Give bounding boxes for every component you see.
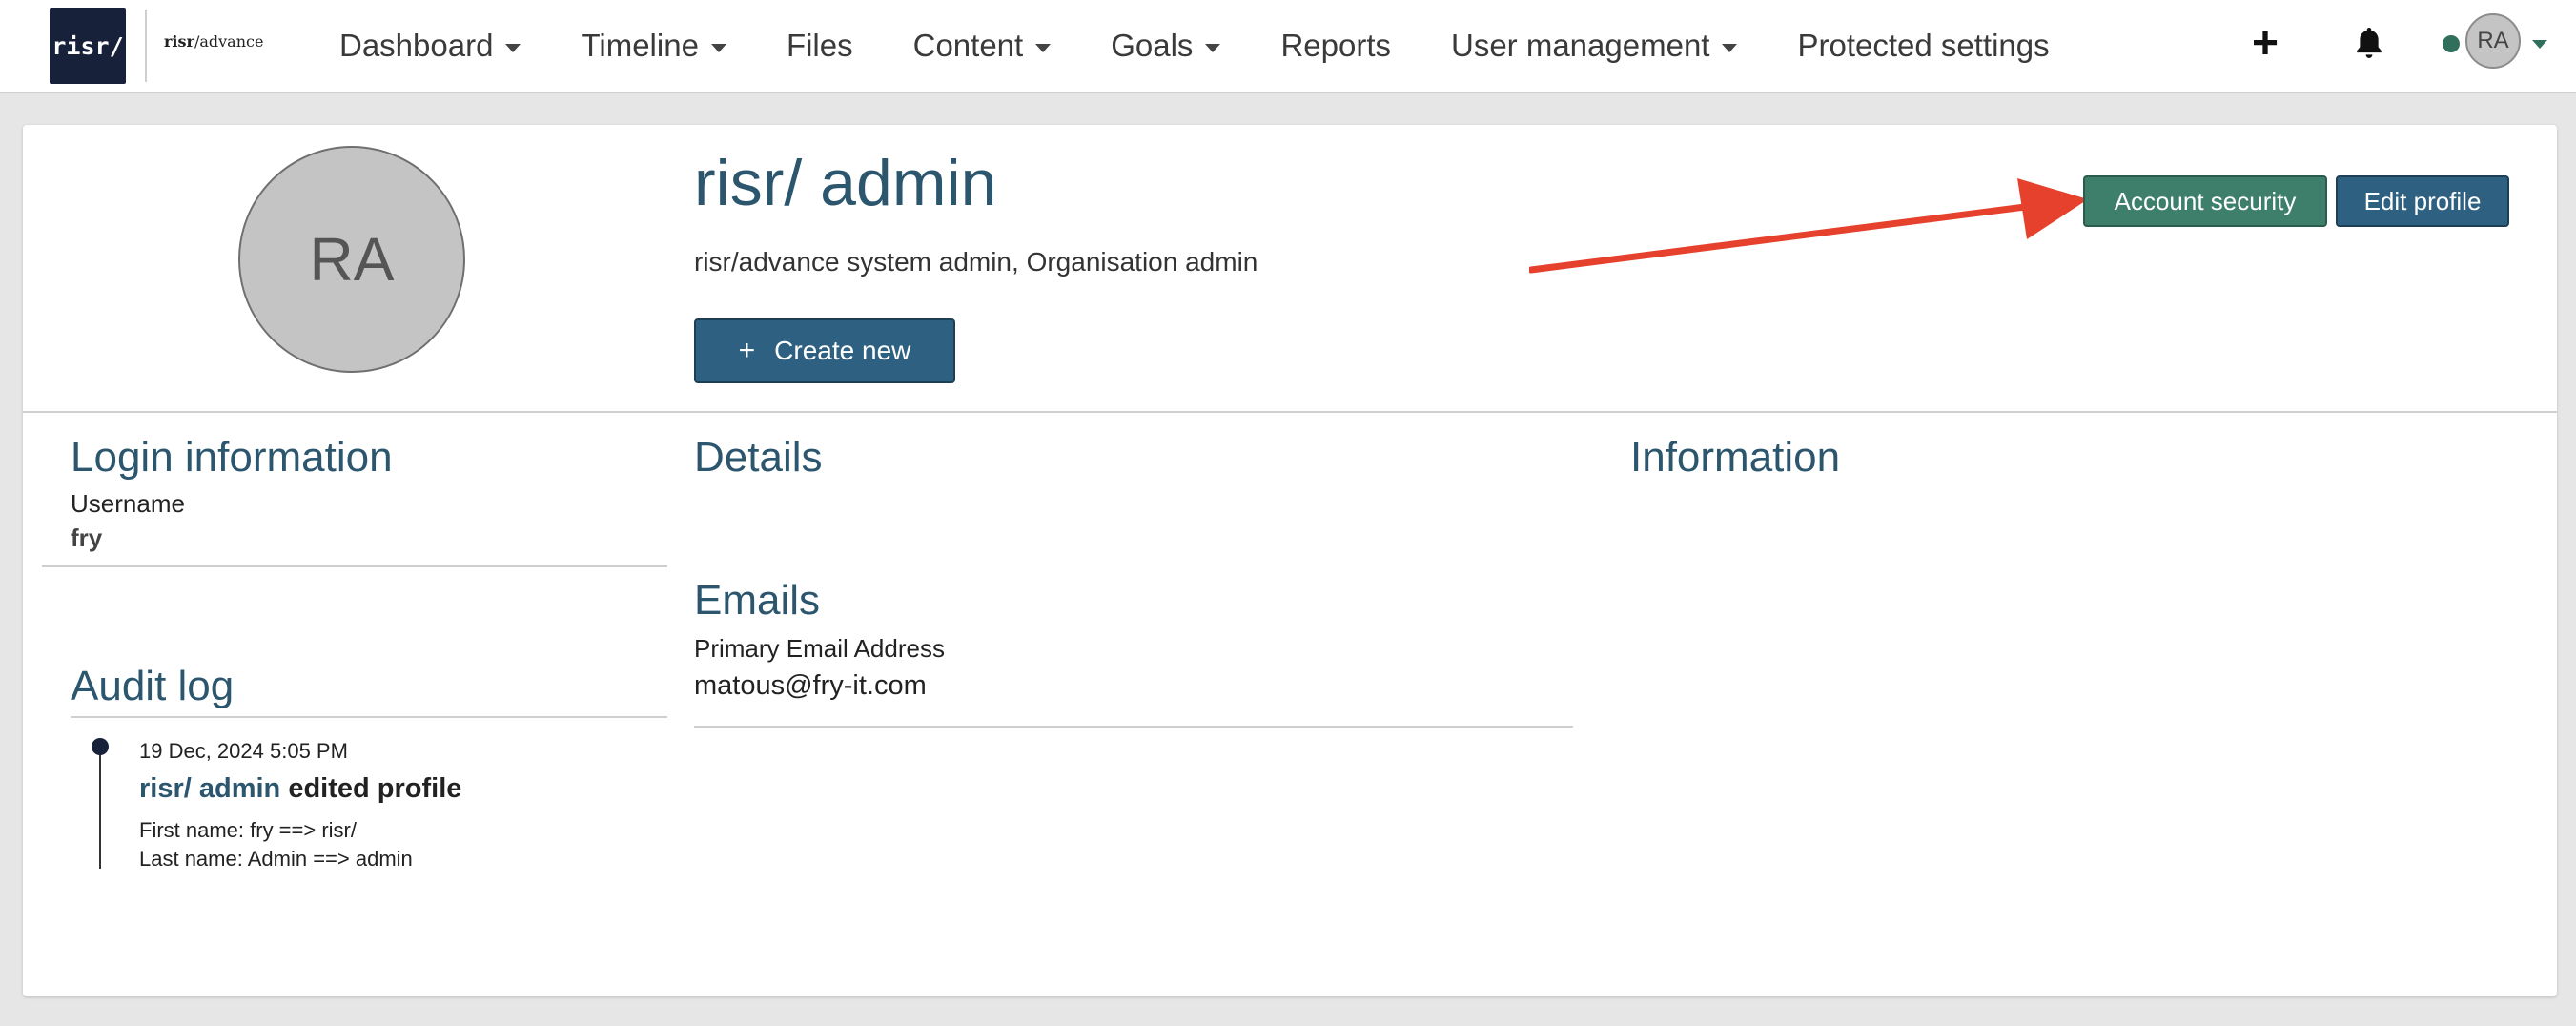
logo-divider (145, 10, 147, 82)
chevron-down-icon[interactable] (2532, 40, 2547, 49)
risr-logo[interactable]: risr/ (50, 8, 126, 84)
nav-files-label: Files (786, 28, 853, 63)
logo-text-bold: risr (164, 32, 194, 51)
primary-email-label: Primary Email Address (694, 634, 945, 663)
profile-avatar: RA (238, 146, 465, 373)
nav-dashboard-label: Dashboard (339, 28, 494, 63)
audit-log-title: Audit log (71, 663, 235, 709)
create-new-button[interactable]: + Create new (694, 318, 955, 383)
nav-content[interactable]: Content (913, 28, 1052, 64)
chevron-down-icon (1722, 43, 1738, 52)
plus-icon: + (738, 335, 756, 366)
top-navbar: risr/ risr/advance Dashboard Timeline Fi… (0, 0, 2576, 93)
username-value: fry (71, 523, 103, 552)
chevron-down-icon (710, 43, 726, 52)
nav-goals[interactable]: Goals (1111, 28, 1221, 64)
bell-icon[interactable] (2353, 25, 2385, 63)
audit-actor-link[interactable]: risr/ admin (139, 773, 280, 804)
emails-divider (694, 726, 1573, 728)
chevron-down-icon (505, 43, 521, 52)
primary-email-value: matous@fry-it.com (694, 670, 927, 701)
nav-files[interactable]: Files (787, 28, 853, 64)
chevron-down-icon (1205, 43, 1221, 52)
profile-roles: risr/advance system admin, Organisation … (694, 247, 1258, 277)
audit-change: Last name: Admin ==> admin (139, 847, 413, 871)
nav-user-management[interactable]: User management (1451, 28, 1738, 64)
online-status-dot (2443, 35, 2460, 52)
nav-reports-label: Reports (1280, 28, 1391, 63)
nav-goals-label: Goals (1111, 28, 1194, 63)
login-info-divider (42, 565, 667, 567)
audit-log-divider (71, 716, 667, 718)
nav-protected-settings-label: Protected settings (1797, 28, 2050, 63)
audit-timestamp: 19 Dec, 2024 5:05 PM (139, 739, 348, 763)
emails-title: Emails (694, 577, 821, 624)
edit-profile-button[interactable]: Edit profile (2336, 175, 2509, 227)
audit-action: edited profile (288, 773, 462, 804)
nav-protected-settings[interactable]: Protected settings (1797, 28, 2049, 64)
timeline-line (99, 745, 101, 869)
logo-text-rest: /advance (194, 32, 264, 51)
nav-user-management-label: User management (1451, 28, 1710, 63)
annotation-arrow (1529, 178, 2088, 274)
account-security-button[interactable]: Account security (2083, 175, 2327, 227)
section-divider (23, 411, 2557, 413)
login-info-title: Login information (71, 434, 393, 481)
nav-dashboard[interactable]: Dashboard (339, 28, 521, 64)
create-new-label: Create new (774, 336, 911, 365)
chevron-down-icon (1035, 43, 1052, 52)
details-title: Details (694, 434, 823, 481)
nav-timeline[interactable]: Timeline (581, 28, 726, 64)
main-nav: Dashboard Timeline Files Content Goals R… (339, 0, 2110, 92)
nav-timeline-label: Timeline (581, 28, 699, 63)
nav-content-label: Content (912, 28, 1024, 63)
user-avatar[interactable]: RA (2465, 13, 2521, 69)
audit-entry-heading: risr/ admin edited profile (139, 773, 461, 805)
username-label: Username (71, 489, 185, 518)
profile-card: RA risr/ admin risr/advance system admin… (23, 125, 2557, 996)
information-title: Information (1630, 434, 1841, 481)
plus-icon[interactable]: + (2252, 21, 2279, 67)
profile-name: risr/ admin (694, 147, 997, 219)
timeline-dot (92, 738, 109, 755)
nav-reports[interactable]: Reports (1280, 28, 1391, 64)
product-logo-text[interactable]: risr/advance (164, 32, 263, 51)
audit-change: First name: fry ==> risr/ (139, 818, 357, 842)
